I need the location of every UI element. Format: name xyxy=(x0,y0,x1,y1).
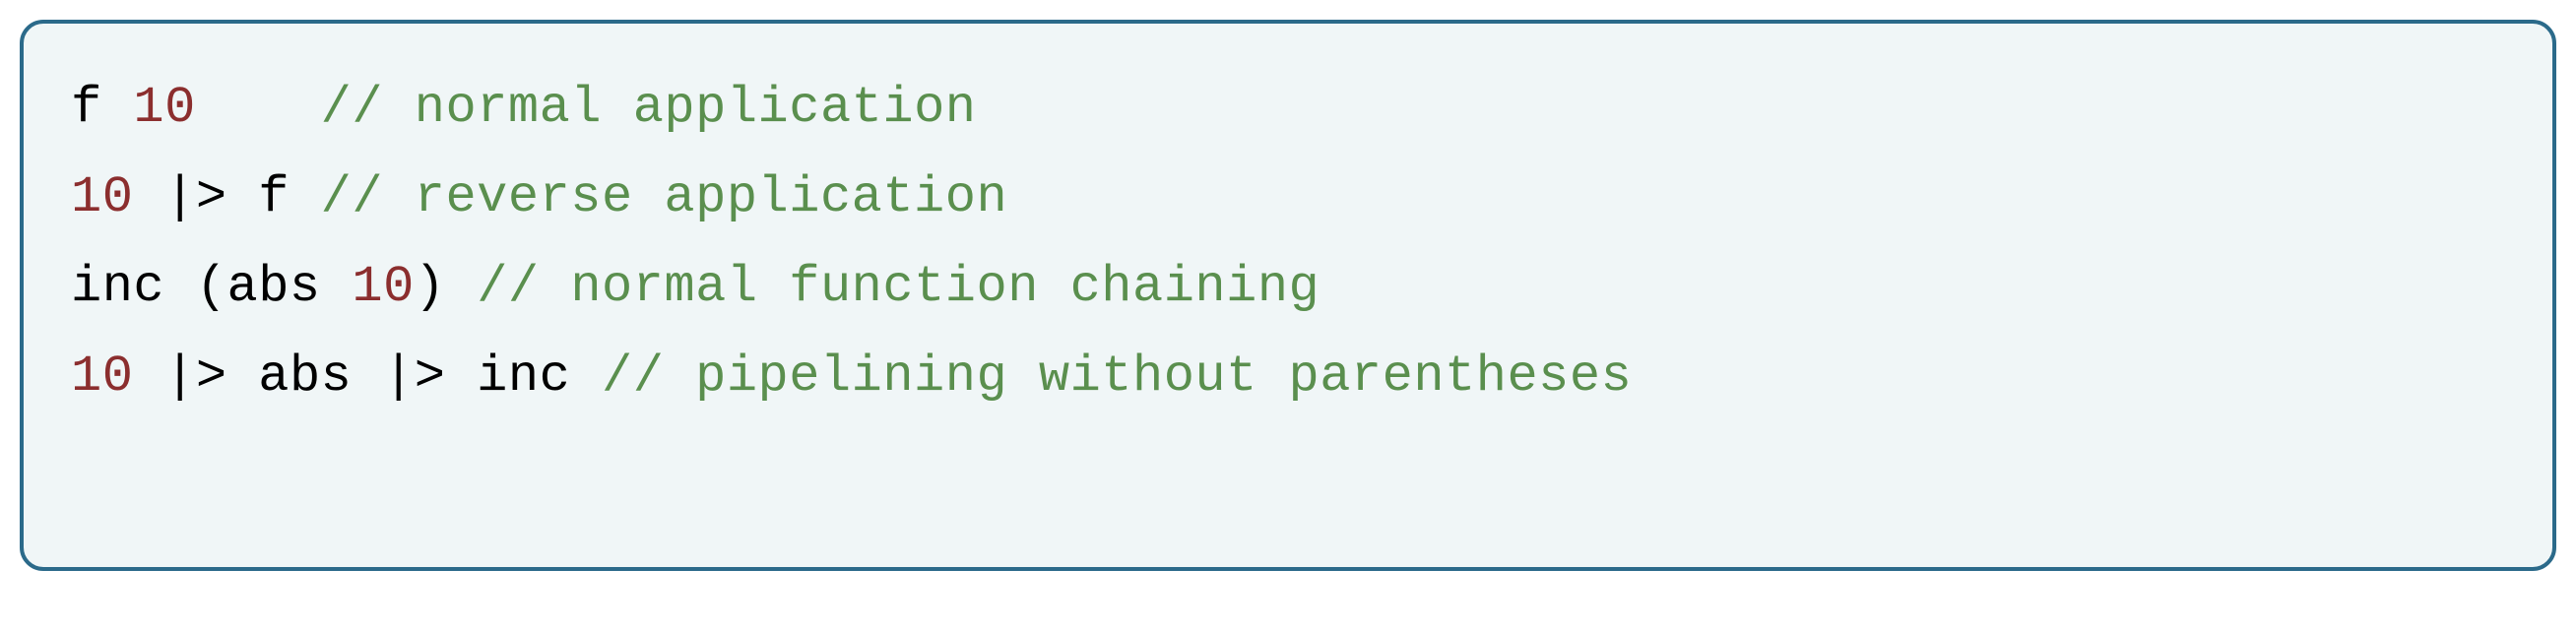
code-token: |> abs |> inc xyxy=(133,348,602,406)
code-token: 10 xyxy=(71,168,133,226)
code-token: 10 xyxy=(133,79,195,137)
code-comment: // reverse application xyxy=(321,168,1008,226)
code-line: 10 |> f // reverse application xyxy=(71,168,1007,226)
code-token: inc (abs xyxy=(71,258,352,316)
code-token: ) xyxy=(415,258,477,316)
code-line: f 10 // normal application xyxy=(71,79,976,137)
code-line: inc (abs 10) // normal function chaining xyxy=(71,258,1320,316)
code-token: |> f xyxy=(133,168,320,226)
code-comment: // normal application xyxy=(321,79,977,137)
code-token: f xyxy=(71,79,133,137)
code-comment: // pipelining without parentheses xyxy=(602,348,1632,406)
code-block: f 10 // normal application 10 |> f // re… xyxy=(20,20,2556,571)
code-token: 10 xyxy=(352,258,414,316)
code-token xyxy=(196,79,321,137)
code-line: 10 |> abs |> inc // pipelining without p… xyxy=(71,348,1632,406)
code-token: 10 xyxy=(71,348,133,406)
code-comment: // normal function chaining xyxy=(477,258,1320,316)
